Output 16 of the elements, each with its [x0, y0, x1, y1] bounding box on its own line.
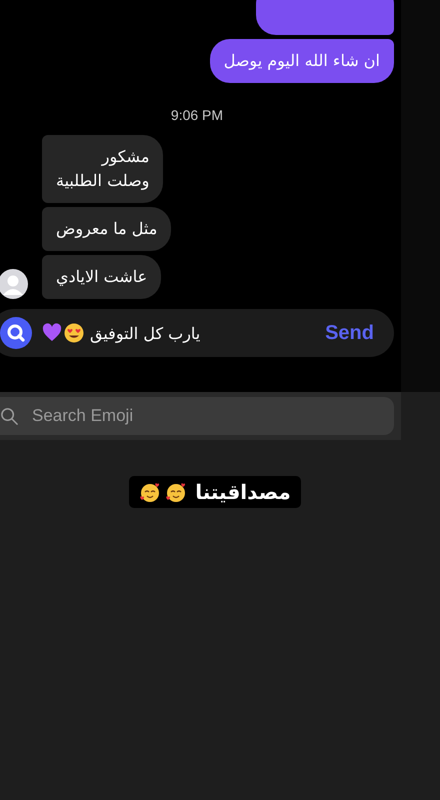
message-text: مشكور	[102, 146, 150, 168]
smiling-face-with-hearts-icon	[139, 481, 162, 503]
message-text: وصلت الطلبية	[56, 170, 150, 192]
heart-eyes-face-icon	[64, 323, 84, 343]
caption-text: مصداقيتنا	[195, 480, 291, 504]
search-field[interactable]: Search Emoji	[0, 397, 394, 435]
send-button[interactable]: Send	[325, 322, 374, 344]
avatar-icon[interactable]	[0, 269, 28, 299]
message-text: مثل ما معروض	[56, 218, 158, 240]
smiling-face-with-hearts-icon	[165, 481, 188, 503]
search-icon[interactable]	[0, 317, 32, 349]
timestamp: 9:06 PM	[170, 107, 224, 123]
message-text: عاشت الايادي	[56, 266, 148, 288]
heart-icon	[42, 323, 62, 343]
message-text: ان شاء الله اليوم يوصل	[224, 50, 380, 72]
message-value: يارب كل التوفيق	[90, 324, 200, 342]
